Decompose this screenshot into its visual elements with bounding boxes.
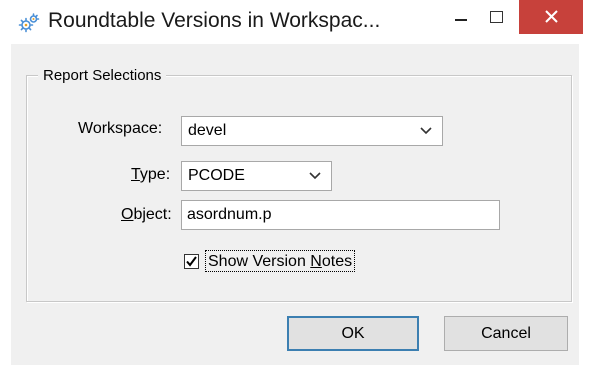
window-title: Roundtable Versions in Workspac...	[48, 9, 381, 32]
type-value: PCODE	[188, 167, 245, 184]
object-label-rest: bject:	[133, 206, 172, 223]
type-label-mnemonic: T	[131, 166, 140, 183]
show-notes-label-post: otes	[321, 253, 353, 270]
minimize-icon	[455, 19, 467, 21]
chevron-down-icon	[309, 172, 321, 180]
object-label-mnemonic: O	[121, 206, 134, 223]
ok-button[interactable]: OK	[287, 316, 419, 351]
object-value: asordnum.p	[187, 206, 272, 223]
group-legend: Report Selections	[38, 67, 167, 84]
object-input[interactable]: asordnum.p	[181, 200, 500, 230]
type-dropdown[interactable]: PCODE	[181, 161, 332, 191]
object-label: Object:	[121, 206, 172, 224]
maximize-button[interactable]	[481, 0, 511, 34]
workspace-dropdown[interactable]: devel	[181, 116, 443, 146]
close-icon	[545, 10, 558, 23]
title-bar[interactable]: Roundtable Versions in Workspac...	[0, 0, 590, 44]
minimize-button[interactable]	[446, 0, 476, 34]
roundtable-gears-icon	[18, 12, 40, 34]
cancel-button[interactable]: Cancel	[444, 316, 568, 351]
chevron-down-icon	[420, 127, 432, 135]
show-version-notes-label[interactable]: Show Version Notes	[205, 250, 356, 272]
type-label: Type:	[131, 166, 170, 184]
checkmark-icon	[186, 256, 197, 267]
show-notes-label-pre: Show Version	[208, 253, 311, 270]
maximize-icon	[490, 11, 503, 23]
show-notes-label-mnemonic: N	[310, 253, 322, 270]
workspace-label: Workspace:	[78, 120, 163, 137]
show-version-notes-checkbox[interactable]	[184, 254, 199, 269]
dialog-window: Roundtable Versions in Workspac... Repor…	[0, 0, 590, 379]
workspace-value: devel	[188, 122, 227, 139]
type-label-rest: ype:	[139, 166, 171, 183]
close-button[interactable]	[519, 0, 583, 34]
